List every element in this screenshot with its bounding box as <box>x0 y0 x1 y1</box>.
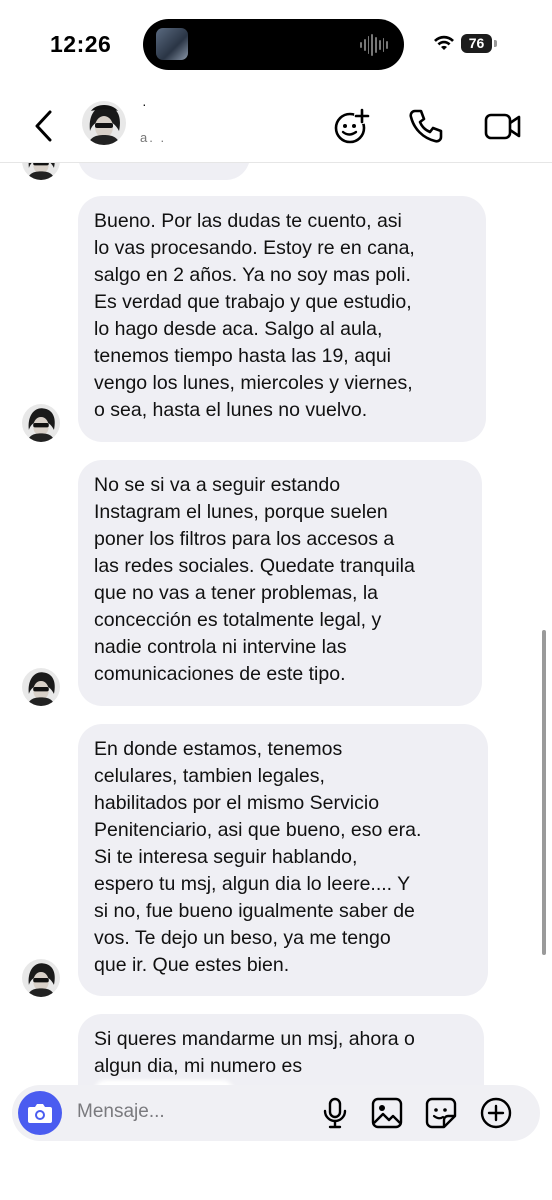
contact-username: a. . <box>140 130 167 145</box>
sender-avatar[interactable] <box>22 162 60 180</box>
message-line: vos. Te dejo un beso, ya me tengo <box>94 927 391 949</box>
message-line: si no, fue bueno igualmente saber de <box>94 900 415 922</box>
message-thread[interactable]: Bueno. Por las dudas te cuento, asi lo v… <box>0 162 552 1088</box>
message-line: Si te interesa seguir hablando, <box>94 846 358 868</box>
add-person-icon[interactable] <box>332 106 372 146</box>
message-composer: Mensaje... <box>12 1085 540 1141</box>
message-line-text: algun dia, mi numero es <box>94 1055 303 1077</box>
message-bubble[interactable]: No se si va a seguir estando Instagram e… <box>78 460 482 706</box>
contact-name[interactable]: · <box>142 96 147 112</box>
message-line: Es verdad que trabajo y que estudio, <box>94 291 412 313</box>
status-bar: 12:26 76 <box>0 0 552 90</box>
chat-header: · a. . <box>0 90 552 163</box>
wifi-icon <box>434 35 454 50</box>
message-line: salgo en 2 años. Ya no soy mas poli. <box>94 264 411 286</box>
message-bubble[interactable]: Bueno. Por las dudas te cuento, asi lo v… <box>78 196 486 442</box>
battery-indicator: 76 <box>461 34 492 53</box>
dynamic-island[interactable] <box>143 19 404 70</box>
message-bubble[interactable]: Si queres mandarme un msj, ahora o algun… <box>78 1014 484 1088</box>
battery-cap <box>494 40 497 47</box>
message-line: concección es totalmente legal, y <box>94 609 382 631</box>
message-line: nadie controla ni intervine las <box>94 636 347 658</box>
message-line: habilitados por el mismo Servicio <box>94 792 380 814</box>
message-line: que ir. Que estes bien. <box>94 954 290 976</box>
microphone-icon[interactable] <box>318 1096 352 1130</box>
video-call-icon[interactable] <box>482 106 522 146</box>
message-line: Penitenciario, asi que bueno, eso era. <box>94 819 422 841</box>
message-bubble[interactable]: En donde estamos, tenemos celulares, tam… <box>78 724 488 996</box>
back-chevron-icon[interactable] <box>30 108 60 144</box>
message-line: No se si va a seguir estando <box>94 474 341 496</box>
message-line: lo vas procesando. Estoy re en cana, <box>94 237 415 259</box>
message-line: las redes sociales. Quedate tranquila <box>94 555 415 577</box>
scrollbar[interactable] <box>542 630 546 955</box>
message-line: lo hago desde aca. Salgo al aula, <box>94 318 383 340</box>
sender-avatar[interactable] <box>22 668 60 706</box>
sender-avatar[interactable] <box>22 959 60 997</box>
gallery-icon[interactable] <box>370 1096 404 1130</box>
message-bubble-partial[interactable] <box>78 162 250 180</box>
message-line: Instagram el lunes, porque suelen <box>94 501 388 523</box>
contact-avatar[interactable] <box>82 101 126 145</box>
message-line: Si queres mandarme un msj, ahora o <box>94 1028 415 1050</box>
message-line: que no vas a tener problemas, la <box>94 582 379 604</box>
phone-icon[interactable] <box>406 106 446 146</box>
audio-waveform-icon <box>360 34 388 56</box>
message-line: comunicaciones de este tipo. <box>94 663 346 685</box>
message-line: algun dia, mi numero es 0551 <box>94 1053 468 1088</box>
add-plus-icon[interactable] <box>479 1096 513 1130</box>
camera-button[interactable] <box>18 1091 62 1135</box>
message-line: o sea, hasta el lunes no vuelvo. <box>94 399 368 421</box>
now-playing-thumbnail <box>156 28 188 60</box>
message-line: Bueno. Por las dudas te cuento, asi <box>94 210 402 232</box>
message-input[interactable]: Mensaje... <box>77 1101 165 1123</box>
message-line: celulares, tambien legales, <box>94 765 325 787</box>
message-line: tenemos tiempo hasta las 19, aqui <box>94 345 392 367</box>
message-line: poner los filtros para los accesos a <box>94 528 395 550</box>
sticker-icon[interactable] <box>424 1096 458 1130</box>
message-line: espero tu msj, algun dia lo leere.... Y <box>94 873 411 895</box>
message-line: En donde estamos, tenemos <box>94 738 343 760</box>
camera-icon <box>28 1104 52 1123</box>
message-line: vengo los lunes, miercoles y viernes, <box>94 372 413 394</box>
status-time: 12:26 <box>50 31 112 57</box>
sender-avatar[interactable] <box>22 404 60 442</box>
